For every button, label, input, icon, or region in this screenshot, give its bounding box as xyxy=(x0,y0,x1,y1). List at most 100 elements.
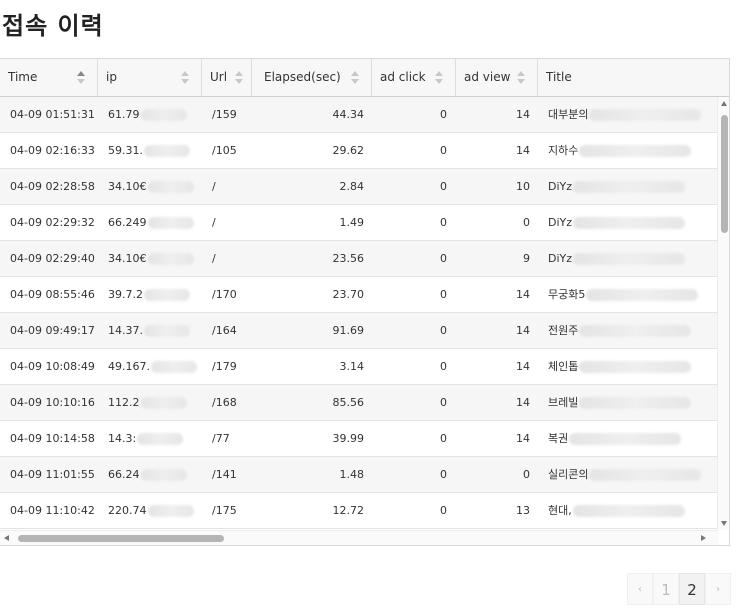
cell-time: 04-09 02:29:32 xyxy=(10,205,98,241)
cell-url: /141 xyxy=(212,457,252,493)
cell-url: /77 xyxy=(212,421,252,457)
redacted-mask xyxy=(573,181,686,193)
table-row[interactable]: 04-09 02:29:40 34.10€ / 23.56 0 9 DiYz xyxy=(0,241,718,277)
column-header-title[interactable]: Title xyxy=(538,59,729,96)
table-row[interactable]: 04-09 10:14:58 14.3: /77 39.99 0 14 복권 xyxy=(0,421,718,457)
scroll-down-icon[interactable] xyxy=(721,521,727,526)
cell-text: 12.72 xyxy=(332,504,365,517)
cell-text: 220.74 xyxy=(108,504,147,517)
scroll-up-icon[interactable] xyxy=(721,101,727,106)
redacted-mask xyxy=(147,505,194,517)
cell-text: /164 xyxy=(212,324,237,337)
prev-page-button[interactable]: ‹ xyxy=(627,573,653,605)
table-row[interactable]: 04-09 09:49:17 14.37. /164 91.69 0 14 전원주 xyxy=(0,313,718,349)
cell-text: DiYz xyxy=(548,252,573,265)
cell-text: 04-09 09:49:17 xyxy=(10,324,95,337)
cell-text: 61.79 xyxy=(108,108,140,121)
cell-text: 체인톱 xyxy=(548,360,579,373)
horizontal-scrollbar[interactable] xyxy=(0,530,718,545)
cell-ip: 14.37. xyxy=(108,313,200,349)
cell-ad-view: 14 xyxy=(464,385,530,421)
cell-text: 39.99 xyxy=(332,432,365,445)
column-label: ad click xyxy=(380,70,426,84)
cell-text: 무궁화5 xyxy=(548,288,586,301)
cell-text: / xyxy=(212,252,216,265)
scroll-thumb[interactable] xyxy=(721,115,728,233)
column-header-ad-click[interactable]: ad click xyxy=(372,59,456,96)
cell-text: 04-09 08:55:46 xyxy=(10,288,95,301)
cell-text: / xyxy=(212,180,216,193)
cell-text: 85.56 xyxy=(332,396,365,409)
sort-asc-icon xyxy=(77,71,85,85)
cell-text: 49.167. xyxy=(108,360,150,373)
cell-text: 0 xyxy=(440,216,447,229)
redacted-mask xyxy=(569,433,682,445)
cell-text: 0 xyxy=(440,288,447,301)
cell-elapsed: 1.48 xyxy=(262,457,365,493)
cell-text: 지하수 xyxy=(548,144,579,157)
vertical-scrollbar[interactable] xyxy=(717,97,729,530)
cell-elapsed: 2.84 xyxy=(262,169,365,205)
cell-ad-click: 0 xyxy=(380,169,447,205)
table-row[interactable]: 04-09 02:28:58 34.10€ / 2.84 0 10 DiYz xyxy=(0,169,718,205)
table-row[interactable]: 04-09 10:08:49 49.167. /179 3.14 0 14 체인톱 xyxy=(0,349,718,385)
table-row[interactable]: 04-09 02:16:33 59.31. /105 29.62 0 14 지하수 xyxy=(0,133,718,169)
redacted-mask xyxy=(147,253,194,265)
cell-url: / xyxy=(212,169,252,205)
cell-text: 04-09 02:29:32 xyxy=(10,216,95,229)
cell-text: 3.14 xyxy=(339,360,365,373)
scroll-left-icon[interactable] xyxy=(4,535,9,541)
cell-time: 04-09 09:49:17 xyxy=(10,313,98,349)
scroll-thumb[interactable] xyxy=(18,535,224,542)
cell-ip: 61.79 xyxy=(108,97,200,133)
cell-ip: 112.2 xyxy=(108,385,200,421)
cell-text: 1.49 xyxy=(339,216,365,229)
cell-text: /159 xyxy=(212,108,237,121)
cell-text: /141 xyxy=(212,468,237,481)
cell-title: 브레빌 xyxy=(548,385,716,421)
cell-elapsed: 1.49 xyxy=(262,205,365,241)
cell-ad-view: 13 xyxy=(464,493,530,529)
cell-title: DiYz xyxy=(548,169,716,205)
cell-ad-click: 0 xyxy=(380,97,447,133)
cell-text: 04-09 02:16:33 xyxy=(10,144,95,157)
column-header-url[interactable]: Url xyxy=(202,59,252,96)
page-2-button[interactable]: 2 xyxy=(679,573,705,605)
cell-text: 14 xyxy=(516,396,530,409)
cell-elapsed: 91.69 xyxy=(262,313,365,349)
cell-title: 복권 xyxy=(548,421,716,457)
table-row[interactable]: 04-09 10:10:16 112.2/168 85.56 0 14 브레빌 xyxy=(0,385,718,421)
column-label: ad view xyxy=(464,70,511,84)
cell-text: 0 xyxy=(440,108,447,121)
redacted-mask xyxy=(586,289,699,301)
column-header-elapsed[interactable]: Elapsed(sec) xyxy=(252,59,372,96)
column-header-time[interactable]: Time xyxy=(0,59,98,96)
column-header-ad-view[interactable]: ad view xyxy=(456,59,538,96)
table-row[interactable]: 04-09 08:55:46 39.7.2/170 23.70 0 14 무궁화5 xyxy=(0,277,718,313)
cell-elapsed: 23.56 xyxy=(262,241,365,277)
cell-title: 지하수 xyxy=(548,133,716,169)
scroll-right-icon[interactable] xyxy=(701,535,706,541)
cell-time: 04-09 10:14:58 xyxy=(10,421,98,457)
cell-text: 39.7.2 xyxy=(108,288,143,301)
redacted-mask xyxy=(579,361,692,373)
page-1-button[interactable]: 1 xyxy=(653,573,679,605)
table-row[interactable]: 04-09 01:51:31 61.79/159 44.34 0 14 대부분의 xyxy=(0,97,718,133)
cell-text: 2.84 xyxy=(339,180,365,193)
table-row[interactable]: 04-09 11:01:55 66.24/141 1.48 0 0 실리콘의 xyxy=(0,457,718,493)
table-row[interactable]: 04-09 11:10:42 220.74/175 12.72 0 13 현대, xyxy=(0,493,718,529)
column-label: Title xyxy=(546,70,572,84)
table-body: 04-09 01:51:31 61.79/159 44.34 0 14 대부분의 04-09… xyxy=(0,97,718,530)
redacted-mask xyxy=(147,217,194,229)
next-page-button[interactable]: › xyxy=(705,573,731,605)
cell-text: 04-09 01:51:31 xyxy=(10,108,95,121)
column-header-ip[interactable]: ip xyxy=(98,59,202,96)
cell-ip: 220.74 xyxy=(108,493,200,529)
cell-text: DiYz xyxy=(548,180,573,193)
table-row[interactable]: 04-09 02:29:32 66.249 / 1.49 0 0 DiYz xyxy=(0,205,718,241)
cell-title: DiYz xyxy=(548,241,716,277)
cell-time: 04-09 08:55:46 xyxy=(10,277,98,313)
cell-ip: 66.24 xyxy=(108,457,200,493)
sort-icon xyxy=(435,71,443,85)
cell-text: 브레빌 xyxy=(548,396,579,409)
